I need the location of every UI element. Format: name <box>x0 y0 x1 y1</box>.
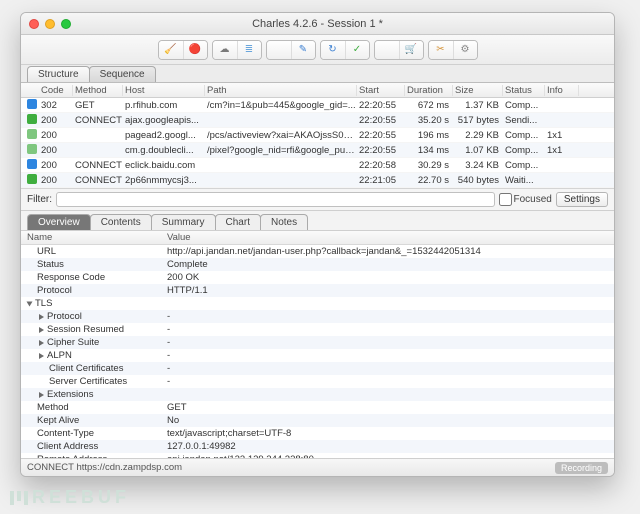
detail-row[interactable]: URLhttp://api.jandan.net/jandan-user.php… <box>21 245 614 258</box>
request-table: Code Method Host Path Start Duration Siz… <box>21 83 614 188</box>
detail-row[interactable]: StatusComplete <box>21 258 614 271</box>
broom-icon[interactable]: 🧹 <box>159 41 183 59</box>
detail-tabs: Overview Contents Summary Chart Notes <box>21 211 614 231</box>
disclosure-icon[interactable] <box>39 340 44 346</box>
recording-badge: Recording <box>555 462 608 474</box>
statusbar: CONNECT https://cdn.zampdsp.com Recordin… <box>21 458 614 476</box>
tab-contents[interactable]: Contents <box>90 214 152 230</box>
detail-row[interactable]: MethodGET <box>21 401 614 414</box>
minimize-icon[interactable] <box>45 19 55 29</box>
list-icon[interactable]: ≣ <box>237 41 261 59</box>
tab-chart[interactable]: Chart <box>215 214 261 230</box>
detail-row[interactable]: TLS <box>21 297 614 310</box>
cart-icon[interactable]: 🛒 <box>399 41 423 59</box>
disclosure-icon[interactable] <box>39 327 44 333</box>
settings-button[interactable]: Settings <box>556 192 608 207</box>
watermark: REEBUF <box>10 487 130 508</box>
app-window: Charles 4.2.6 - Session 1 * 🧹🔴 ☁︎≣ ✎ ↻✓ 🛒 ✂︎⚙… <box>20 12 615 477</box>
table-row[interactable]: 200CONNECTajax.googleapis...22:20:5535.2… <box>21 113 614 128</box>
filter-label: Filter: <box>27 194 52 205</box>
table-row[interactable]: 302GETp.rfihub.com/cm?in=1&pub=445&googl… <box>21 98 614 113</box>
blank-icon[interactable] <box>267 41 291 59</box>
refresh-icon[interactable]: ↻ <box>321 41 345 59</box>
detail-row[interactable]: Extensions <box>21 388 614 401</box>
record-icon[interactable]: 🔴 <box>183 41 207 59</box>
col-code[interactable]: Code <box>39 85 73 96</box>
filter-input[interactable] <box>56 192 495 207</box>
tab-overview[interactable]: Overview <box>27 214 91 230</box>
status-icon <box>27 99 37 109</box>
disclosure-icon[interactable] <box>39 353 44 359</box>
status-icon <box>27 174 37 184</box>
blank-icon[interactable] <box>375 41 399 59</box>
table-row[interactable]: 200CONNECTeclick.baidu.com22:20:5830.29 … <box>21 158 614 173</box>
col-size[interactable]: Size <box>453 85 503 96</box>
status-icon <box>27 114 37 124</box>
titlebar: Charles 4.2.6 - Session 1 * <box>21 13 614 35</box>
col-info[interactable]: Info <box>545 85 579 96</box>
col-method[interactable]: Method <box>73 85 123 96</box>
status-icon <box>27 144 37 154</box>
detail-row[interactable]: Content-Typetext/javascript;charset=UTF-… <box>21 427 614 440</box>
table-row[interactable]: 200pagead2.googl.../pcs/activeview?xai=A… <box>21 128 614 143</box>
table-header: Code Method Host Path Start Duration Siz… <box>21 83 614 98</box>
detail-row[interactable]: Client Address127.0.0.1:49982 <box>21 440 614 453</box>
detail-row[interactable]: Response Code200 OK <box>21 271 614 284</box>
details-panel: Name Value URLhttp://api.jandan.net/jand… <box>21 231 614 458</box>
view-tabs: Structure Sequence <box>21 65 614 83</box>
scissors-icon[interactable]: ✂︎ <box>429 41 453 59</box>
pencil-icon[interactable]: ✎ <box>291 41 315 59</box>
detail-row[interactable]: ALPN- <box>21 349 614 362</box>
detail-col-name[interactable]: Name <box>21 232 161 243</box>
tab-notes[interactable]: Notes <box>260 214 308 230</box>
col-path[interactable]: Path <box>205 85 357 96</box>
col-duration[interactable]: Duration <box>405 85 453 96</box>
maximize-icon[interactable] <box>61 19 71 29</box>
filter-bar: Filter: Focused Settings <box>21 188 614 211</box>
disclosure-icon[interactable] <box>27 301 33 306</box>
detail-row[interactable]: Kept AliveNo <box>21 414 614 427</box>
focused-checkbox[interactable]: Focused <box>499 193 552 206</box>
gear-icon[interactable]: ⚙︎ <box>453 41 477 59</box>
detail-row[interactable]: ProtocolHTTP/1.1 <box>21 284 614 297</box>
check-icon[interactable]: ✓ <box>345 41 369 59</box>
cloud-icon[interactable]: ☁︎ <box>213 41 237 59</box>
col-host[interactable]: Host <box>123 85 205 96</box>
tab-structure[interactable]: Structure <box>27 66 90 82</box>
close-icon[interactable] <box>29 19 39 29</box>
table-row[interactable]: 200CONNECT2p66nmmycsj3...22:21:0522.70 s… <box>21 173 614 188</box>
detail-col-value[interactable]: Value <box>161 232 614 243</box>
disclosure-icon[interactable] <box>39 314 44 320</box>
status-icon <box>27 129 37 139</box>
tab-summary[interactable]: Summary <box>151 214 216 230</box>
status-icon <box>27 159 37 169</box>
window-title: Charles 4.2.6 - Session 1 * <box>21 18 614 30</box>
detail-row[interactable]: Client Certificates- <box>21 362 614 375</box>
detail-row[interactable]: Protocol- <box>21 310 614 323</box>
disclosure-icon[interactable] <box>39 392 44 398</box>
toolbar: 🧹🔴 ☁︎≣ ✎ ↻✓ 🛒 ✂︎⚙︎ <box>21 35 614 65</box>
col-status[interactable]: Status <box>503 85 545 96</box>
col-start[interactable]: Start <box>357 85 405 96</box>
table-row[interactable]: 200cm.g.doublecli.../pixel?google_nid=rf… <box>21 143 614 158</box>
detail-row[interactable]: Session Resumed- <box>21 323 614 336</box>
status-text: CONNECT https://cdn.zampdsp.com <box>27 462 182 473</box>
detail-row[interactable]: Cipher Suite- <box>21 336 614 349</box>
detail-row[interactable]: Server Certificates- <box>21 375 614 388</box>
tab-sequence[interactable]: Sequence <box>89 66 156 82</box>
